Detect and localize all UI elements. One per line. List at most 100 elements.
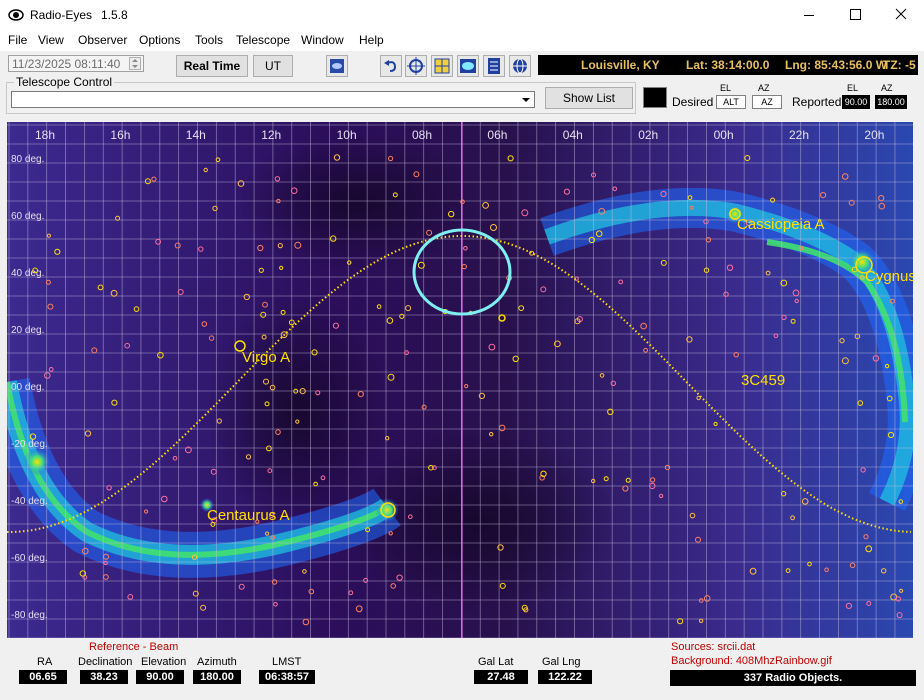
ra-tick-label: 00h: [714, 128, 734, 142]
ra-tick-label: 10h: [337, 128, 357, 142]
telescope-select[interactable]: [11, 91, 535, 108]
ra-tick-label: 06h: [487, 128, 507, 142]
label-virgo-a: Virgo A: [242, 349, 290, 366]
ra-tick-label: 12h: [261, 128, 281, 142]
menu-help[interactable]: Help: [359, 33, 384, 47]
menu-tools[interactable]: Tools: [195, 33, 223, 47]
ra-tick-label: 22h: [789, 128, 809, 142]
globe-icon: [513, 58, 527, 74]
source-list-button[interactable]: [483, 55, 505, 77]
lmst-value: 06:38:57: [259, 670, 315, 684]
desired-el-field[interactable]: ALT: [716, 95, 746, 109]
chevron-down-icon[interactable]: [518, 92, 534, 107]
crosshair-icon: [407, 57, 425, 75]
observer-location-bar: Louisville, KY Lat: 38:14:00.0 Lng: 85:4…: [538, 55, 918, 75]
sky-view-button[interactable]: [326, 55, 348, 77]
datetime-picker[interactable]: 11/23/2025 08:11:40: [8, 55, 144, 72]
label-3c459: 3C459: [741, 372, 785, 389]
spin-arrows-icon[interactable]: [129, 57, 141, 70]
desired-el-label: EL: [720, 83, 732, 93]
radio-object-count: 337 Radio Objects.: [670, 670, 916, 686]
ra-tick-label: 16h: [110, 128, 130, 142]
telescope-status-indicator: [643, 87, 667, 108]
grid-toggle-button[interactable]: [431, 55, 453, 77]
reported-label: Reported: [792, 95, 842, 109]
beam-ellipse-icon: [460, 59, 476, 73]
ra-value: 06.65: [19, 670, 67, 684]
menu-options[interactable]: Options: [139, 33, 180, 47]
menu-view[interactable]: View: [38, 33, 64, 47]
ra-tick-label: 20h: [864, 128, 884, 142]
sky-map[interactable]: 18h 16h 14h 12h 10h 08h 06h 04h 02h 00h 22h 20h 80 …: [7, 122, 913, 638]
window-title: Radio-Eyes: [30, 8, 93, 22]
gal-lng-value: 122.22: [538, 670, 592, 684]
beam-toggle-button[interactable]: [457, 55, 479, 77]
desired-az-field[interactable]: AZ: [752, 95, 782, 109]
longitude-readout: Lng: 85:43:56.0 W: [785, 58, 888, 72]
ra-tick-label: 02h: [638, 128, 658, 142]
grid-icon: [434, 58, 450, 74]
minimize-button[interactable]: [786, 0, 832, 30]
ra-tick-label: 08h: [412, 128, 432, 142]
sky-view-icon: [330, 59, 344, 73]
datetime-value: 11/23/2025 08:11:40: [12, 57, 121, 71]
show-list-button[interactable]: Show List: [545, 87, 633, 109]
undo-icon: [384, 60, 397, 72]
window-version: 1.5.8: [101, 8, 128, 22]
globe-view-button[interactable]: [509, 55, 531, 77]
gal-lat-label: Gal Lat: [478, 656, 514, 668]
azimuth-label: Azimuth: [197, 656, 237, 668]
radio-eyes-app-icon: [8, 9, 24, 21]
dec-tick-label: 60 deg.: [11, 211, 44, 222]
ra-tick-label: 18h: [35, 128, 55, 142]
menu-bar: File View Observer Options Tools Telesco…: [0, 30, 924, 51]
location-name: Louisville, KY: [581, 58, 660, 72]
reference-beam-label: Reference - Beam: [89, 641, 179, 653]
declination-value: 38.23: [80, 670, 128, 684]
reported-el-value: 90.00: [842, 95, 870, 109]
close-button[interactable]: [878, 0, 924, 30]
telescope-control-label: Telescope Control: [14, 75, 115, 89]
sources-file-label: Sources: srcii.dat: [671, 641, 756, 653]
ra-tick-label: 04h: [563, 128, 583, 142]
reported-az-label: AZ: [881, 83, 893, 93]
desired-az-label: AZ: [758, 83, 770, 93]
reported-az-value: 180.00: [875, 95, 907, 109]
dec-tick-label: -40 deg.: [11, 496, 48, 507]
ut-button[interactable]: UT: [253, 55, 293, 77]
dec-tick-label: 40 deg.: [11, 268, 44, 279]
title-bar: Radio-Eyes 1.5.8: [0, 0, 924, 30]
undo-view-button[interactable]: [380, 55, 402, 77]
dec-tick-label: -60 deg.: [11, 553, 48, 564]
center-view-button[interactable]: [405, 55, 427, 77]
elevation-label: Elevation: [141, 656, 187, 668]
sky-map-canvas[interactable]: 18h 16h 14h 12h 10h 08h 06h 04h 02h 00h 22h 20h 80 …: [7, 122, 913, 638]
minimize-icon: [804, 15, 814, 16]
reported-el-label: EL: [847, 83, 859, 93]
list-icon: [488, 58, 500, 74]
gal-lat-value: 27.48: [474, 670, 528, 684]
desired-label: Desired: [672, 95, 714, 109]
menu-window[interactable]: Window: [301, 33, 344, 47]
lmst-label: LMST: [272, 656, 302, 668]
dec-tick-label: -80 deg.: [11, 610, 48, 621]
dec-tick-label: 20 deg.: [11, 325, 44, 336]
elevation-value: 90.00: [136, 670, 184, 684]
ra-tick-label: 14h: [186, 128, 206, 142]
dec-tick-label: -20 deg.: [11, 439, 48, 450]
azimuth-value: 180.00: [193, 670, 241, 684]
background-file-label: Background: 408MhzRainbow.gif: [671, 655, 832, 667]
label-cassiopeia-a: Cassiopeia A: [737, 216, 825, 233]
maximize-button[interactable]: [832, 0, 878, 30]
dec-tick-label: 00 deg.: [11, 382, 44, 393]
real-time-button[interactable]: Real Time: [176, 55, 248, 77]
label-centaurus-a: Centaurus A: [207, 507, 290, 524]
timezone-readout: TZ: -5: [883, 58, 916, 72]
menu-observer[interactable]: Observer: [78, 33, 127, 47]
gal-lng-label: Gal Lng: [542, 656, 581, 668]
menu-telescope[interactable]: Telescope: [236, 33, 290, 47]
menu-file[interactable]: File: [8, 33, 27, 47]
latitude-readout: Lat: 38:14:00.0: [686, 58, 770, 72]
close-icon: [895, 8, 907, 20]
maximize-icon: [850, 9, 861, 20]
